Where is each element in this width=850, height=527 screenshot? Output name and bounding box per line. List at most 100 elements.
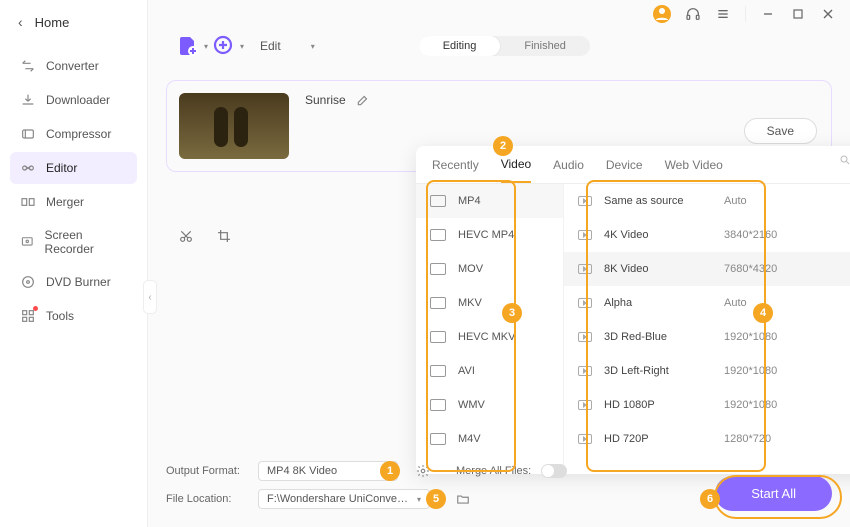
play-icon — [578, 400, 592, 410]
file-location-label: File Location: — [166, 493, 248, 505]
format-wmv[interactable]: WMV — [416, 388, 563, 422]
format-popup: Recently Video Audio Device Web Video Se… — [416, 146, 850, 474]
format-mp4[interactable]: MP4 — [416, 184, 563, 218]
nav-label: Editor — [46, 161, 77, 175]
seg-editing[interactable]: Editing — [419, 36, 501, 56]
annotation-2: 2 — [493, 136, 513, 156]
format-icon — [430, 331, 446, 343]
annotation-4: 4 — [753, 303, 773, 323]
format-icon — [430, 229, 446, 241]
format-search[interactable]: Search — [839, 154, 850, 166]
maximize-icon[interactable] — [790, 6, 806, 22]
cut-icon[interactable] — [178, 228, 194, 244]
nav-label: Downloader — [46, 93, 110, 107]
format-mov[interactable]: MOV — [416, 252, 563, 286]
tab-recently[interactable]: Recently — [432, 158, 479, 182]
video-title: Sunrise — [305, 93, 346, 107]
sidebar: ‹ Home Converter Downloader Compressor E… — [0, 0, 148, 527]
crop-icon[interactable] — [216, 228, 232, 244]
add-file-icon[interactable]: ▾ — [176, 34, 200, 58]
tab-video[interactable]: Video — [501, 157, 531, 183]
settings-icon[interactable] — [416, 464, 430, 478]
preset-list: Same as sourceAuto 4K Video3840*2160 8K … — [564, 184, 850, 474]
nav-dvd-burner[interactable]: DVD Burner — [10, 266, 137, 298]
preset-alpha[interactable]: AlphaAuto — [564, 286, 850, 320]
output-format-label: Output Format: — [166, 465, 248, 477]
format-icon — [430, 399, 446, 411]
tab-audio[interactable]: Audio — [553, 158, 584, 182]
merge-label: Merge All Files: — [456, 465, 531, 477]
annotation-1: 1 — [380, 461, 400, 481]
preset-720p[interactable]: HD 720P1280*720 — [564, 422, 850, 456]
preset-3d-redblue[interactable]: 3D Red-Blue1920*1080 — [564, 320, 850, 354]
avatar[interactable] — [653, 5, 671, 23]
play-icon — [578, 230, 592, 240]
format-icon — [430, 297, 446, 309]
output-format-select[interactable]: MP4 8K Video ▾ — [258, 461, 398, 481]
format-icon — [430, 365, 446, 377]
format-hevc-mp4[interactable]: HEVC MP4 — [416, 218, 563, 252]
rename-icon[interactable] — [356, 93, 370, 107]
tab-device[interactable]: Device — [606, 158, 643, 182]
preset-same-as-source[interactable]: Same as sourceAuto — [564, 184, 850, 218]
format-icon — [430, 433, 446, 445]
annotation-3: 3 — [502, 303, 522, 323]
screen-recorder-icon — [20, 234, 35, 250]
file-location-select[interactable]: F:\Wondershare UniConverter 1 ▾ — [258, 489, 430, 509]
chevron-left-icon: ‹ — [18, 14, 23, 30]
nav-tools[interactable]: Tools — [10, 300, 137, 332]
format-m4v[interactable]: M4V — [416, 422, 563, 456]
preset-4k[interactable]: 4K Video3840*2160 — [564, 218, 850, 252]
close-icon[interactable] — [820, 6, 836, 22]
home-label: Home — [35, 15, 70, 30]
play-icon — [578, 298, 592, 308]
start-all-button[interactable]: Start All — [715, 476, 832, 511]
status-segment: Editing Finished — [419, 36, 590, 56]
home-back[interactable]: ‹ Home — [0, 0, 147, 44]
menu-icon[interactable] — [715, 6, 731, 22]
nav-label: Compressor — [46, 127, 111, 141]
format-list: MP4 HEVC MP4 MOV MKV HEVC MKV AVI WMV M4… — [416, 184, 564, 474]
nav-converter[interactable]: Converter — [10, 50, 137, 82]
nav-compressor[interactable]: Compressor — [10, 118, 137, 150]
play-icon — [578, 196, 592, 206]
tools-icon — [20, 308, 36, 324]
nav-screen-recorder[interactable]: Screen Recorder — [10, 220, 137, 264]
format-hevc-mkv[interactable]: HEVC MKV — [416, 320, 563, 354]
open-folder-icon[interactable] — [456, 492, 470, 506]
preset-3d-leftright[interactable]: 3D Left-Right1920*1080 — [564, 354, 850, 388]
download-icon — [20, 92, 36, 108]
play-icon — [578, 264, 592, 274]
converter-icon — [20, 58, 36, 74]
edit-select[interactable]: Edit ▾ — [248, 35, 327, 57]
video-thumbnail[interactable] — [179, 93, 289, 159]
preset-1080p[interactable]: HD 1080P1920*1080 — [564, 388, 850, 422]
merge-toggle[interactable] — [541, 464, 567, 478]
annotation-5: 5 — [426, 489, 446, 509]
format-avi[interactable]: AVI — [416, 354, 563, 388]
play-icon — [578, 434, 592, 444]
nav-label: Converter — [46, 59, 99, 73]
search-icon — [839, 154, 850, 166]
add-url-icon[interactable]: ▾ — [212, 34, 236, 58]
annotation-6: 6 — [700, 489, 720, 509]
format-mkv[interactable]: MKV — [416, 286, 563, 320]
save-button[interactable]: Save — [744, 118, 817, 144]
tab-web-video[interactable]: Web Video — [665, 158, 723, 182]
format-icon — [430, 263, 446, 275]
merger-icon — [20, 194, 36, 210]
edit-select-label: Edit — [260, 39, 281, 53]
nav-label: DVD Burner — [46, 275, 111, 289]
nav-merger[interactable]: Merger — [10, 186, 137, 218]
nav-editor[interactable]: Editor — [10, 152, 137, 184]
headset-icon[interactable] — [685, 6, 701, 22]
format-icon — [430, 195, 446, 207]
play-icon — [578, 366, 592, 376]
editor-icon — [20, 160, 36, 176]
nav-label: Tools — [46, 309, 74, 323]
minimize-icon[interactable] — [760, 6, 776, 22]
nav-downloader[interactable]: Downloader — [10, 84, 137, 116]
nav-label: Screen Recorder — [45, 228, 127, 256]
seg-finished[interactable]: Finished — [500, 36, 590, 56]
preset-8k[interactable]: 8K Video7680*4320 — [564, 252, 850, 286]
